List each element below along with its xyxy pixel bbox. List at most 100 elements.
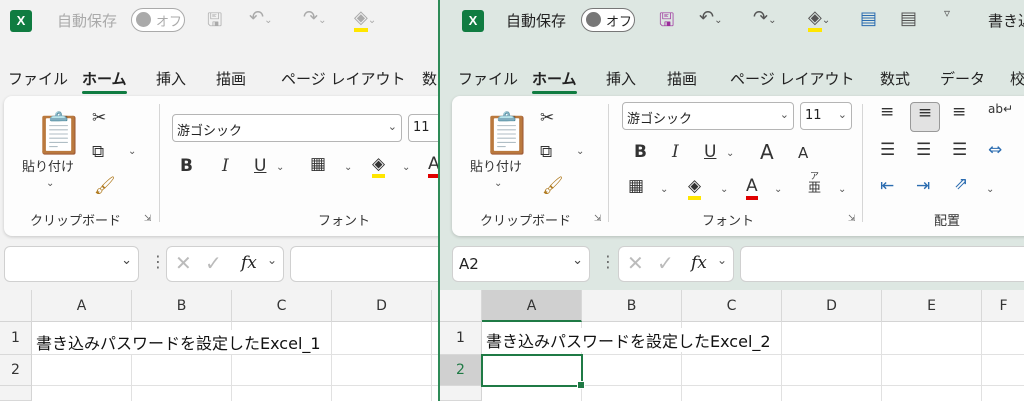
format-painter-icon[interactable]: 🖌 (94, 176, 116, 196)
bold-button[interactable]: B (180, 156, 193, 176)
tab-file[interactable]: ファイル (8, 68, 68, 89)
chevron-down-icon[interactable]: ⌄ (267, 253, 277, 267)
italic-button[interactable]: I (672, 142, 679, 162)
more-options-icon[interactable]: ⋮ (600, 252, 616, 271)
align-bottom-icon[interactable]: ≡ (952, 102, 966, 122)
font-color-button[interactable]: A (746, 176, 758, 200)
cell-grid[interactable]: 書き込みパスワードを設定したExcel_1 (32, 322, 438, 401)
grow-font-button[interactable]: A (760, 140, 774, 164)
furigana-dropdown-icon[interactable]: ⌄ (838, 184, 846, 195)
furigana-button[interactable]: ア 亜 (808, 172, 821, 196)
underline-dropdown-icon[interactable]: ⌄ (726, 148, 734, 159)
column-header[interactable]: B (582, 290, 682, 322)
row-header[interactable]: 2 (440, 355, 482, 386)
merge-center-icon[interactable]: ⇔ (988, 140, 1002, 160)
italic-button[interactable]: I (222, 156, 229, 176)
column-header[interactable]: E (882, 290, 982, 322)
align-middle-icon[interactable]: ≡ (910, 102, 940, 132)
cut-icon[interactable]: ✂ (92, 108, 106, 128)
fill-color-button-icon[interactable]: ◈ (688, 176, 702, 200)
cell-a1[interactable]: 書き込みパスワードを設定したExcel_2 (486, 328, 775, 352)
paste-dropdown-icon[interactable]: ⌄ (46, 178, 54, 189)
align-left-icon[interactable]: ☰ (880, 140, 895, 160)
cell-grid[interactable]: 書き込みパスワードを設定したExcel_2 (481, 322, 1024, 401)
find-icon[interactable]: ▤ (860, 8, 877, 29)
cell-a2-selected[interactable] (481, 354, 585, 389)
undo-icon[interactable]: ↶⌄ (699, 7, 722, 28)
tab-page-layout[interactable]: ページ レイアウト (730, 68, 854, 89)
cell-a1[interactable]: 書き込みパスワードを設定したExcel_1 (36, 330, 325, 354)
form-icon[interactable]: ▤ (900, 8, 917, 29)
clipboard-launcher-icon[interactable]: ⇲ (144, 214, 152, 224)
bold-button[interactable]: B (634, 142, 647, 162)
fill-color-dropdown-icon[interactable]: ⌄ (720, 184, 728, 195)
copy-icon[interactable]: ⧉ (540, 142, 552, 162)
tab-home[interactable]: ホーム (532, 68, 577, 94)
autosave-toggle[interactable]: オフ (581, 8, 635, 32)
font-name-select[interactable]: 游ゴシック ⌄ (172, 114, 402, 142)
copy-dropdown-icon[interactable]: ⌄ (128, 146, 136, 157)
font-name-select[interactable]: 游ゴシック ⌄ (622, 102, 794, 130)
row-header[interactable] (440, 386, 482, 401)
tab-home[interactable]: ホーム (82, 68, 127, 94)
enter-check-icon[interactable]: ✓ (205, 251, 222, 275)
insert-function-button[interactable]: fx (241, 253, 257, 273)
select-all-corner[interactable] (0, 290, 32, 322)
tab-draw[interactable]: 描画 (216, 68, 246, 89)
enter-check-icon[interactable]: ✓ (657, 251, 674, 275)
tab-data[interactable]: データ (940, 68, 985, 89)
copy-icon[interactable]: ⧉ (92, 142, 104, 162)
font-color-dropdown-icon[interactable]: ⌄ (774, 184, 782, 195)
tab-formulas[interactable]: 数 (422, 68, 437, 89)
font-color-button[interactable]: A (428, 154, 438, 178)
column-header[interactable]: D (782, 290, 882, 322)
cancel-icon[interactable]: ✕ (627, 251, 644, 275)
font-size-select[interactable]: 11 ⌄ (800, 102, 852, 130)
cancel-icon[interactable]: ✕ (175, 251, 192, 275)
clipboard-launcher-icon[interactable]: ⇲ (594, 214, 602, 224)
tab-draw[interactable]: 描画 (667, 68, 697, 89)
row-header[interactable] (0, 386, 32, 401)
fill-color-button-icon[interactable]: ◈ (372, 154, 386, 178)
underline-dropdown-icon[interactable]: ⌄ (276, 162, 284, 173)
align-center-icon[interactable]: ☰ (916, 140, 931, 160)
format-painter-icon[interactable]: 🖌 (542, 176, 564, 196)
tab-insert[interactable]: 挿入 (606, 68, 636, 89)
fill-color-icon[interactable]: ◈⌄ (354, 7, 376, 32)
underline-button[interactable]: U (254, 156, 266, 176)
save-icon[interactable]: 🖫 (659, 8, 674, 38)
row-header[interactable]: 2 (0, 355, 32, 386)
align-right-icon[interactable]: ☰ (952, 140, 967, 160)
column-header[interactable]: C (232, 290, 332, 322)
chevron-down-icon[interactable]: ⌄ (572, 253, 583, 268)
save-icon[interactable]: 🖫 (207, 8, 222, 38)
borders-dropdown-icon[interactable]: ⌄ (344, 162, 352, 173)
formula-input[interactable] (740, 246, 1024, 282)
fill-color-icon[interactable]: ◈⌄ (808, 7, 830, 32)
paste-icon[interactable]: 📋 (34, 110, 84, 157)
borders-icon[interactable]: ▦ (310, 154, 326, 174)
more-options-icon[interactable]: ⋮ (150, 252, 166, 271)
row-header[interactable]: 1 (0, 322, 32, 355)
align-top-icon[interactable]: ≡ (880, 102, 894, 122)
font-size-select[interactable]: 11 (408, 114, 438, 142)
column-header[interactable]: C (682, 290, 782, 322)
name-box[interactable]: ⌄ (4, 246, 139, 282)
select-all-corner[interactable] (440, 290, 482, 322)
column-header[interactable]: F (982, 290, 1024, 322)
chevron-down-icon[interactable]: ⌄ (121, 253, 132, 268)
borders-dropdown-icon[interactable]: ⌄ (660, 184, 668, 195)
tab-file[interactable]: ファイル (458, 68, 518, 89)
formula-input[interactable] (290, 246, 438, 282)
redo-icon[interactable]: ↷⌄ (753, 7, 776, 28)
decrease-indent-icon[interactable]: ⇤ (880, 176, 894, 196)
underline-button[interactable]: U (704, 142, 716, 162)
column-header[interactable]: B (132, 290, 232, 322)
column-header[interactable]: A (482, 290, 582, 322)
orientation-dropdown-icon[interactable]: ⌄ (986, 184, 994, 195)
paste-dropdown-icon[interactable]: ⌄ (494, 178, 502, 189)
tab-review[interactable]: 校 (1010, 68, 1024, 89)
paste-label[interactable]: 貼り付け (470, 156, 522, 175)
undo-icon[interactable]: ↶⌄ (249, 7, 272, 28)
customize-toolbar-icon[interactable]: ▿ (944, 6, 950, 20)
